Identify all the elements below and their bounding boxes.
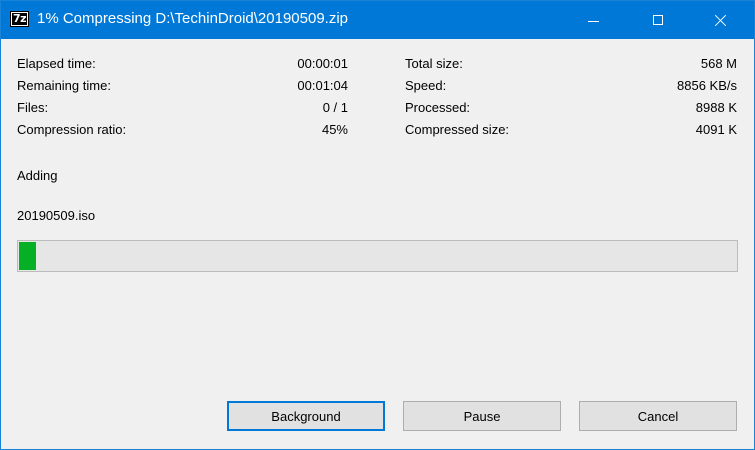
current-file-name: 20190509.iso — [17, 208, 96, 223]
compression-ratio-value: 45% — [321, 122, 348, 137]
compression-dialog: 7z 1% Compressing D:\TechinDroid\2019050… — [0, 0, 755, 450]
compressed-size-value: 4091 K — [695, 122, 737, 137]
elapsed-time-label: Elapsed time: — [17, 56, 96, 71]
close-icon — [715, 14, 727, 26]
total-size-value: 568 M — [700, 56, 737, 71]
close-button[interactable] — [698, 1, 744, 39]
maximize-button[interactable] — [635, 1, 681, 39]
remaining-time-value: 00:01:04 — [297, 78, 348, 93]
compression-ratio-label: Compression ratio: — [17, 122, 127, 137]
elapsed-time-value: 00:00:01 — [297, 56, 348, 71]
title-bar[interactable]: 7z 1% Compressing D:\TechinDroid\2019050… — [1, 1, 754, 39]
progress-bar-fill — [19, 242, 36, 270]
app-icon-text: 7z — [11, 12, 28, 25]
operation-status: Adding — [17, 168, 58, 183]
window-title: 1% Compressing D:\TechinDroid\20190509.z… — [37, 10, 349, 27]
7zip-app-icon: 7z — [10, 11, 29, 27]
cancel-button[interactable]: Cancel — [579, 401, 737, 431]
total-size-label: Total size: — [405, 56, 463, 71]
compressed-size-label: Compressed size: — [405, 122, 510, 137]
progress-bar — [17, 240, 738, 272]
speed-label: Speed: — [405, 78, 447, 93]
maximize-icon — [653, 15, 663, 25]
processed-label: Processed: — [405, 100, 471, 115]
files-label: Files: — [17, 100, 49, 115]
processed-value: 8988 K — [695, 100, 737, 115]
remaining-time-label: Remaining time: — [17, 78, 111, 93]
background-button[interactable]: Background — [227, 401, 385, 431]
minimize-button[interactable] — [570, 1, 616, 39]
speed-value: 8856 KB/s — [677, 78, 737, 93]
minimize-icon — [587, 20, 599, 22]
pause-button[interactable]: Pause — [403, 401, 561, 431]
files-value: 0 / 1 — [322, 100, 348, 115]
